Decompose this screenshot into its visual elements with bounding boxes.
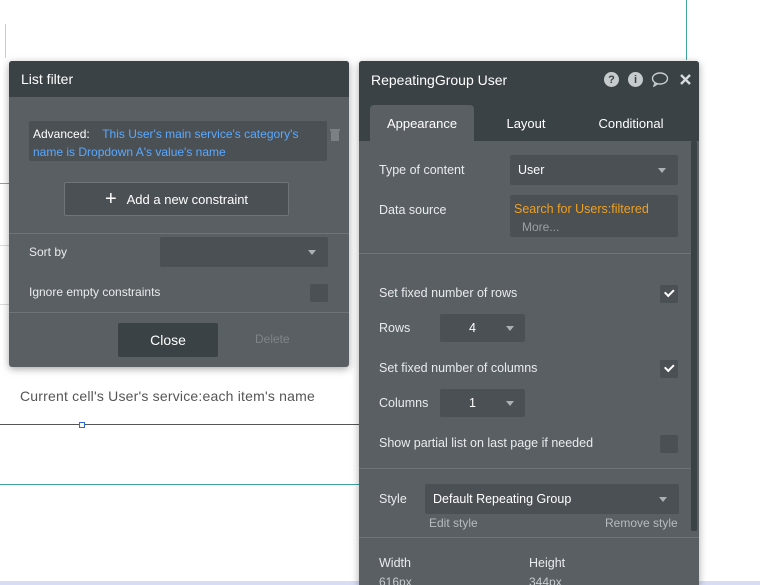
plus-icon: + <box>104 188 117 210</box>
ignore-empty-label: Ignore empty constraints <box>29 285 161 299</box>
question-icon[interactable]: ? <box>604 72 619 87</box>
remove-style-link[interactable]: Remove style <box>605 516 678 530</box>
info-icon[interactable]: i <box>628 72 643 87</box>
fixed-columns-label: Set fixed number of columns <box>379 361 538 375</box>
data-source-more[interactable]: More... <box>522 220 559 234</box>
canvas-guide-teal <box>0 484 360 485</box>
style-label: Style <box>379 492 407 506</box>
data-source-label: Data source <box>379 203 447 217</box>
cell-text: Current cell's User's service:each item'… <box>20 388 315 404</box>
list-filter-header[interactable]: List filter <box>9 61 349 97</box>
trash-icon[interactable] <box>327 127 343 143</box>
ignore-empty-checkbox[interactable] <box>310 284 328 302</box>
rows-dropdown[interactable]: 4 <box>440 314 525 342</box>
list-filter-panel: List filter Advanced: This User's main s… <box>9 61 349 367</box>
list-filter-title: List filter <box>21 71 74 87</box>
group-bottom-line <box>0 424 360 425</box>
edit-style-link[interactable]: Edit style <box>429 516 478 530</box>
delete-button[interactable]: Delete <box>255 332 290 346</box>
partial-list-checkbox[interactable] <box>660 435 678 453</box>
width-label: Width <box>379 556 411 570</box>
tab-layout[interactable]: Layout <box>476 105 576 141</box>
width-value[interactable]: 616px <box>379 575 412 585</box>
chevron-down-icon <box>658 168 666 173</box>
divider <box>9 233 349 234</box>
repeating-group-panel: RepeatingGroup User ? i Appearance Layou… <box>359 61 699 585</box>
add-constraint-button[interactable]: + Add a new constraint <box>64 182 289 216</box>
close-label: Close <box>150 332 186 348</box>
type-of-content-label: Type of content <box>379 163 465 177</box>
divider <box>359 537 699 538</box>
advanced-constraint[interactable]: Advanced: This User's main service's cat… <box>29 121 327 161</box>
divider <box>9 312 349 313</box>
chevron-down-icon <box>308 250 316 255</box>
chevron-down-icon <box>506 401 514 406</box>
fixed-rows-label: Set fixed number of rows <box>379 286 518 300</box>
style-dropdown[interactable]: Default Repeating Group <box>425 484 679 514</box>
fixed-columns-checkbox[interactable] <box>660 360 678 378</box>
scrollbar[interactable] <box>691 141 697 531</box>
fixed-rows-checkbox[interactable] <box>660 285 678 303</box>
columns-label: Columns <box>379 396 429 410</box>
chevron-down-icon <box>659 497 667 502</box>
height-value[interactable]: 344px <box>529 575 562 585</box>
partial-list-label: Show partial list on last page if needed <box>379 436 594 450</box>
tab-appearance[interactable]: Appearance <box>370 105 474 141</box>
close-icon[interactable] <box>679 73 692 91</box>
chevron-down-icon <box>506 326 514 331</box>
checkmark-icon <box>664 361 675 373</box>
close-button[interactable]: Close <box>118 323 218 357</box>
divider <box>359 468 691 469</box>
sort-by-dropdown[interactable] <box>160 237 328 267</box>
resize-handle[interactable] <box>79 422 85 428</box>
rows-label: Rows <box>379 321 411 335</box>
comment-icon[interactable] <box>651 72 669 92</box>
rg-title: RepeatingGroup User <box>371 72 508 88</box>
canvas-small-tick <box>0 24 6 58</box>
advanced-label: Advanced: <box>33 127 90 141</box>
editor-canvas[interactable]: Current cell's User's service:each item'… <box>0 0 760 585</box>
columns-dropdown[interactable]: 1 <box>440 389 525 417</box>
data-source-field[interactable]: Search for Users:filtered More... <box>510 195 678 237</box>
checkmark-icon <box>664 286 675 298</box>
type-of-content-dropdown[interactable]: User <box>510 155 678 185</box>
tab-conditional[interactable]: Conditional <box>581 105 681 141</box>
canvas-guide-vertical <box>686 0 687 60</box>
sort-by-label: Sort by <box>29 245 68 259</box>
height-label: Height <box>529 556 566 570</box>
data-source-expression[interactable]: Search for Users:filtered <box>514 202 649 216</box>
add-constraint-label: Add a new constraint <box>126 191 249 207</box>
divider <box>359 253 691 254</box>
